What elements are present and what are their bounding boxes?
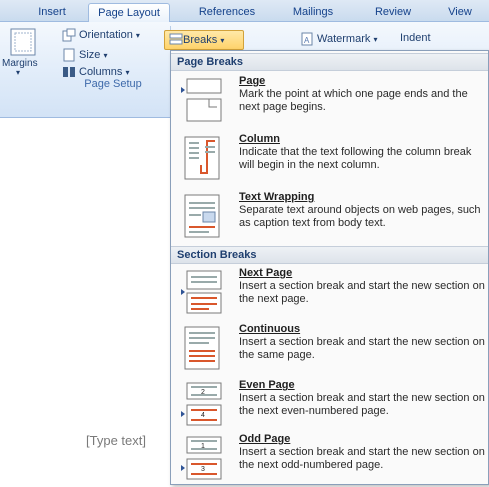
breaks-icon — [169, 33, 183, 45]
menu-item-page-desc: Mark the point at which one page ends an… — [239, 88, 468, 113]
menu-item-page[interactable]: Page Mark the point at which one page en… — [171, 73, 488, 129]
section-breaks-header: Section Breaks — [171, 246, 488, 264]
tab-references[interactable]: References — [190, 3, 264, 22]
menu-item-text-wrapping[interactable]: Text Wrapping Separate text around objec… — [171, 189, 488, 245]
menu-item-even-page-title: Even Page — [239, 379, 295, 391]
column-break-icon — [184, 136, 220, 180]
menu-item-column[interactable]: Column Indicate that the text following … — [171, 131, 488, 187]
tab-insert[interactable]: Insert — [22, 3, 82, 22]
tab-review[interactable]: Review — [368, 3, 418, 22]
text-wrapping-break-icon — [184, 194, 220, 238]
margins-button[interactable]: Margins ▾ — [2, 28, 42, 80]
orientation-button[interactable]: Orientation ▾ — [62, 28, 140, 42]
columns-dropdown-icon: ▾ — [125, 68, 130, 77]
menu-item-column-desc: Indicate that the text following the col… — [239, 146, 472, 171]
size-icon — [63, 48, 75, 62]
size-dropdown-icon: ▾ — [103, 50, 108, 60]
breaks-dropdown-menu: Page Breaks Page Mark the point at which… — [170, 50, 489, 485]
orientation-icon — [62, 28, 76, 42]
size-label: Size — [79, 48, 101, 61]
menu-item-page-title: Page — [239, 75, 266, 87]
ribbon-tab-bar: Insert Page Layout References Mailings R… — [0, 0, 489, 22]
breaks-dropdown-icon: ▾ — [220, 36, 225, 45]
size-button[interactable]: Size ▾ — [62, 48, 107, 62]
odd-page-break-icon: 1 3 — [181, 436, 222, 480]
svg-text:A: A — [304, 36, 310, 45]
orientation-dropdown-icon: ▾ — [135, 30, 140, 40]
menu-item-next-page[interactable]: Next Page Insert a section break and sta… — [171, 265, 488, 321]
menu-item-column-title: Column — [239, 133, 280, 145]
tab-page-layout[interactable]: Page Layout — [88, 3, 170, 22]
menu-item-continuous-desc: Insert a section break and start the new… — [239, 336, 485, 361]
page-break-icon — [181, 78, 222, 122]
menu-item-next-page-title: Next Page — [239, 267, 293, 279]
page-breaks-header: Page Breaks — [171, 53, 488, 71]
watermark-label: Watermark — [317, 32, 371, 45]
even-page-number-bottom: 4 — [201, 412, 205, 419]
watermark-button[interactable]: A Watermark ▾ — [300, 32, 377, 46]
menu-item-continuous-title: Continuous — [239, 323, 301, 335]
tab-view[interactable]: View — [440, 3, 480, 22]
menu-item-odd-page[interactable]: 1 3 Odd Page Insert a section break and … — [171, 431, 488, 487]
odd-page-number-bottom: 3 — [201, 466, 205, 473]
margins-dropdown-icon: ▾ — [16, 68, 21, 77]
columns-label: Columns — [79, 66, 123, 78]
continuous-break-icon — [184, 326, 220, 370]
tab-mailings[interactable]: Mailings — [285, 3, 341, 22]
menu-item-even-page[interactable]: 2 4 Even Page Insert a section break and… — [171, 377, 488, 433]
breaks-label: Breaks — [183, 34, 218, 46]
odd-page-number-top: 1 — [201, 443, 205, 450]
margins-icon — [10, 28, 36, 56]
even-page-number-top: 2 — [201, 389, 205, 396]
menu-item-odd-page-title: Odd Page — [239, 433, 291, 445]
orientation-label: Orientation — [79, 28, 133, 41]
even-page-break-icon: 2 4 — [181, 382, 222, 426]
menu-item-text-wrapping-desc: Separate text around objects on web page… — [239, 204, 481, 229]
menu-item-even-page-desc: Insert a section break and start the new… — [239, 392, 485, 417]
menu-item-next-page-desc: Insert a section break and start the new… — [239, 280, 485, 305]
next-page-break-icon — [181, 270, 222, 314]
watermark-dropdown-icon: ▾ — [373, 34, 378, 44]
indent-label: Indent — [400, 32, 431, 44]
menu-item-text-wrapping-title: Text Wrapping — [239, 191, 315, 203]
columns-button[interactable]: Columns ▾ — [62, 66, 129, 78]
watermark-icon: A — [301, 32, 313, 46]
columns-icon — [63, 67, 75, 78]
document-page[interactable] — [0, 120, 170, 485]
menu-item-continuous[interactable]: Continuous Insert a section break and st… — [171, 321, 488, 377]
document-placeholder-text[interactable]: [Type text] — [86, 433, 146, 448]
breaks-button[interactable]: Breaks ▾ — [164, 30, 244, 50]
page-setup-group-label: Page Setup — [84, 78, 142, 90]
menu-item-odd-page-desc: Insert a section break and start the new… — [239, 446, 485, 471]
